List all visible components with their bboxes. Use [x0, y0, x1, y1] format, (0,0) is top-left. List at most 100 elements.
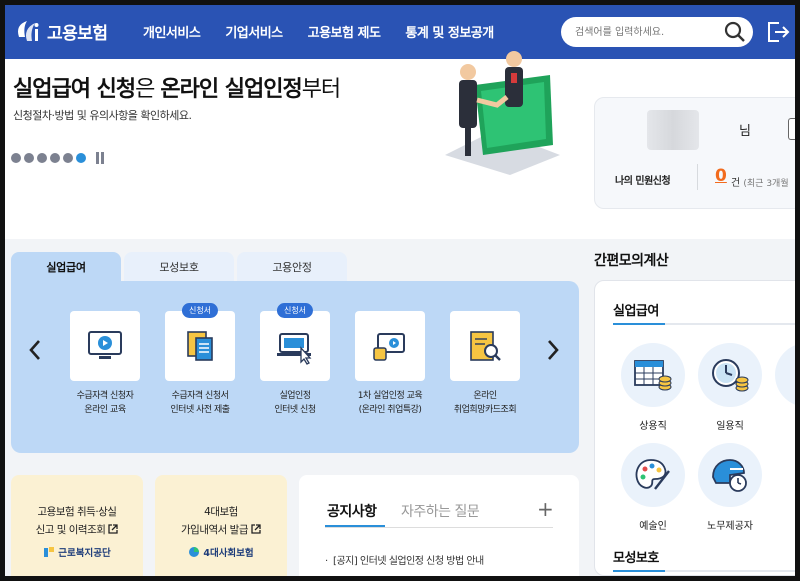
- section-underline: [613, 570, 795, 572]
- logo-text: 고용보험: [47, 23, 108, 44]
- service-prior-submission[interactable]: 신청서 수급자격 신청서 인터넷 사전 제출: [155, 303, 245, 417]
- calculator-title: 간편모의계산: [594, 253, 669, 269]
- service-label: 실업인정 인터넷 신청: [274, 391, 316, 415]
- request-unit: 건 (최근 3개월: [731, 174, 789, 189]
- carousel-dot-active[interactable]: [76, 153, 86, 163]
- service-label: 수급자격 신청자 온라인 교육: [76, 391, 134, 415]
- tab-faq[interactable]: 자주하는 질문: [401, 501, 480, 521]
- service-tabs: 실업급여 모성보호 고용안정: [11, 252, 347, 282]
- quick-link-employment-insurance[interactable]: 고용보험 취득·상실 신고 및 이력조회 근로복지공단: [11, 475, 143, 576]
- more-plus-icon[interactable]: +: [537, 497, 554, 521]
- service-icon-box: [450, 311, 520, 381]
- carousel-dot[interactable]: [37, 153, 47, 163]
- user-card: 님 나의 민원신청 0 건 (최근 3개월: [594, 97, 795, 209]
- external-link-icon: [108, 524, 119, 534]
- calc-daily-worker[interactable]: 일용직: [695, 343, 765, 432]
- calc-label: 노무제공자: [707, 521, 753, 532]
- count-unit: 건: [731, 178, 741, 189]
- carousel-dot[interactable]: [24, 153, 34, 163]
- user-name-redacted: [647, 110, 699, 150]
- calc-label: 일용직: [716, 421, 744, 432]
- count-note: (최근 3개월: [743, 179, 789, 189]
- application-badge: 신청서: [181, 303, 219, 318]
- tab-stability[interactable]: 고용안정: [237, 252, 347, 282]
- section-underline: [613, 323, 795, 325]
- org-name: 근로복지공단: [58, 548, 111, 559]
- carousel-dot[interactable]: [63, 153, 73, 163]
- search-input[interactable]: [575, 23, 715, 41]
- main-nav: 개인서비스 기업서비스 고용보험 제도 통계 및 정보공개: [143, 22, 519, 41]
- card-search-icon: [470, 331, 501, 361]
- service-online-education[interactable]: 수급자격 신청자 온라인 교육: [60, 311, 150, 417]
- org-name: 4대사회보험: [203, 548, 254, 559]
- carousel-dot[interactable]: [11, 153, 21, 163]
- browser-viewport: 고용보험 개인서비스 기업서비스 고용보험 제도 통계 및 정보공개 실업급여 …: [5, 5, 795, 576]
- nav-business[interactable]: 기업서비스: [225, 22, 283, 41]
- logo-mark-icon: [18, 21, 39, 41]
- 4insurance-logo-icon: [189, 547, 200, 557]
- service-icon-box: 신청서: [165, 303, 235, 381]
- calc-regular-worker[interactable]: 상용직: [618, 343, 688, 432]
- quick-link-label: 고용보험 취득·상실 신고 및 이력조회: [35, 506, 117, 536]
- helmet-clock-icon: [698, 443, 762, 507]
- site-logo[interactable]: 고용보험: [13, 15, 108, 47]
- nav-stats[interactable]: 통계 및 정보공개: [405, 22, 494, 41]
- hero-title-part4: 부터: [301, 77, 341, 102]
- service-icon-box: 신청서: [260, 303, 330, 381]
- service-icon-box: [70, 311, 140, 381]
- hero-subtitle: 신청절차·방법 및 유의사항을 확인하세요.: [13, 109, 192, 122]
- service-first-education[interactable]: 1차 실업인정 교육 (온라인 취업특강): [345, 311, 435, 417]
- carousel-indicators: [11, 152, 106, 164]
- pause-icon[interactable]: [94, 152, 106, 164]
- search-icon[interactable]: [723, 20, 747, 44]
- document-icon: [187, 331, 213, 361]
- external-link-icon: [251, 524, 261, 534]
- clock-coins-icon: [698, 343, 762, 407]
- service-hope-card[interactable]: 온라인 취업희망카드조회: [440, 311, 530, 417]
- chevron-right-icon[interactable]: [543, 335, 563, 365]
- service-label: 수급자격 신청서 인터넷 사전 제출: [170, 391, 230, 415]
- tab-maternity[interactable]: 모성보호: [124, 252, 234, 282]
- hero-title[interactable]: 실업급여 신청은 온라인 실업인정부터: [13, 71, 341, 103]
- active-tab-underline: [325, 525, 385, 527]
- tab-unemployment[interactable]: 실업급여: [11, 252, 121, 282]
- comwel-logo-icon: [44, 547, 55, 557]
- calc-artist[interactable]: 예술인: [618, 443, 688, 532]
- service-label: 온라인 취업희망카드조회: [453, 391, 517, 415]
- org-logo-comwel: 근로복지공단: [11, 545, 143, 559]
- user-menu-button[interactable]: [788, 118, 795, 140]
- service-label: 1차 실업인정 교육 (온라인 취업특강): [357, 391, 423, 415]
- palette-icon: [621, 443, 685, 507]
- notice-item[interactable]: · [공지] 인터넷 실업인정 신청 방법 안내: [325, 552, 484, 567]
- notice-item-text: [공지] 인터넷 실업인정 신청 방법 안내: [333, 556, 484, 567]
- nav-system[interactable]: 고용보험 제도: [308, 22, 381, 41]
- tab-notice[interactable]: 공지사항: [327, 501, 377, 521]
- org-logo-4insurance: 4대사회보험: [155, 545, 287, 559]
- divider: [325, 527, 553, 528]
- nav-personal[interactable]: 개인서비스: [143, 22, 201, 41]
- service-online-certification[interactable]: 신청서 실업인정 인터넷 신청: [250, 303, 340, 417]
- partial-next-item-icon[interactable]: [775, 343, 795, 407]
- notice-panel: 공지사항 자주하는 질문 + · [공지] 인터넷 실업인정 신청 방법 안내: [299, 475, 579, 576]
- calc-section-unemployment: 실업급여: [613, 304, 659, 319]
- divider: [697, 164, 698, 190]
- quick-link-text: 4대보험 가입내역서 발급: [155, 503, 287, 539]
- carousel-dot[interactable]: [50, 153, 60, 163]
- calc-service-provider[interactable]: 노무제공자: [695, 443, 765, 532]
- quick-link-text: 고용보험 취득·상실 신고 및 이력조회: [11, 503, 143, 539]
- chevron-left-icon[interactable]: [25, 335, 45, 365]
- hero-title-part1: 실업급여 신청: [13, 77, 136, 102]
- calc-section-maternity: 모성보호: [613, 551, 659, 566]
- handshake-laptop-illustration: [445, 51, 560, 175]
- video-lecture-icon: [373, 333, 405, 361]
- user-suffix: 님: [739, 124, 751, 139]
- request-count[interactable]: 0: [715, 166, 727, 186]
- application-badge: 신청서: [276, 303, 314, 318]
- hero-title-part2: 은: [135, 77, 161, 102]
- quick-link-4insurance[interactable]: 4대보험 가입내역서 발급 4대사회보험: [155, 475, 287, 576]
- laptop-click-icon: [277, 333, 312, 365]
- logout-icon[interactable]: [765, 19, 791, 45]
- top-header: 고용보험 개인서비스 기업서비스 고용보험 제도 통계 및 정보공개: [5, 5, 795, 59]
- calc-label: 예술인: [639, 521, 667, 532]
- quick-link-label: 4대보험 가입내역서 발급: [181, 506, 248, 536]
